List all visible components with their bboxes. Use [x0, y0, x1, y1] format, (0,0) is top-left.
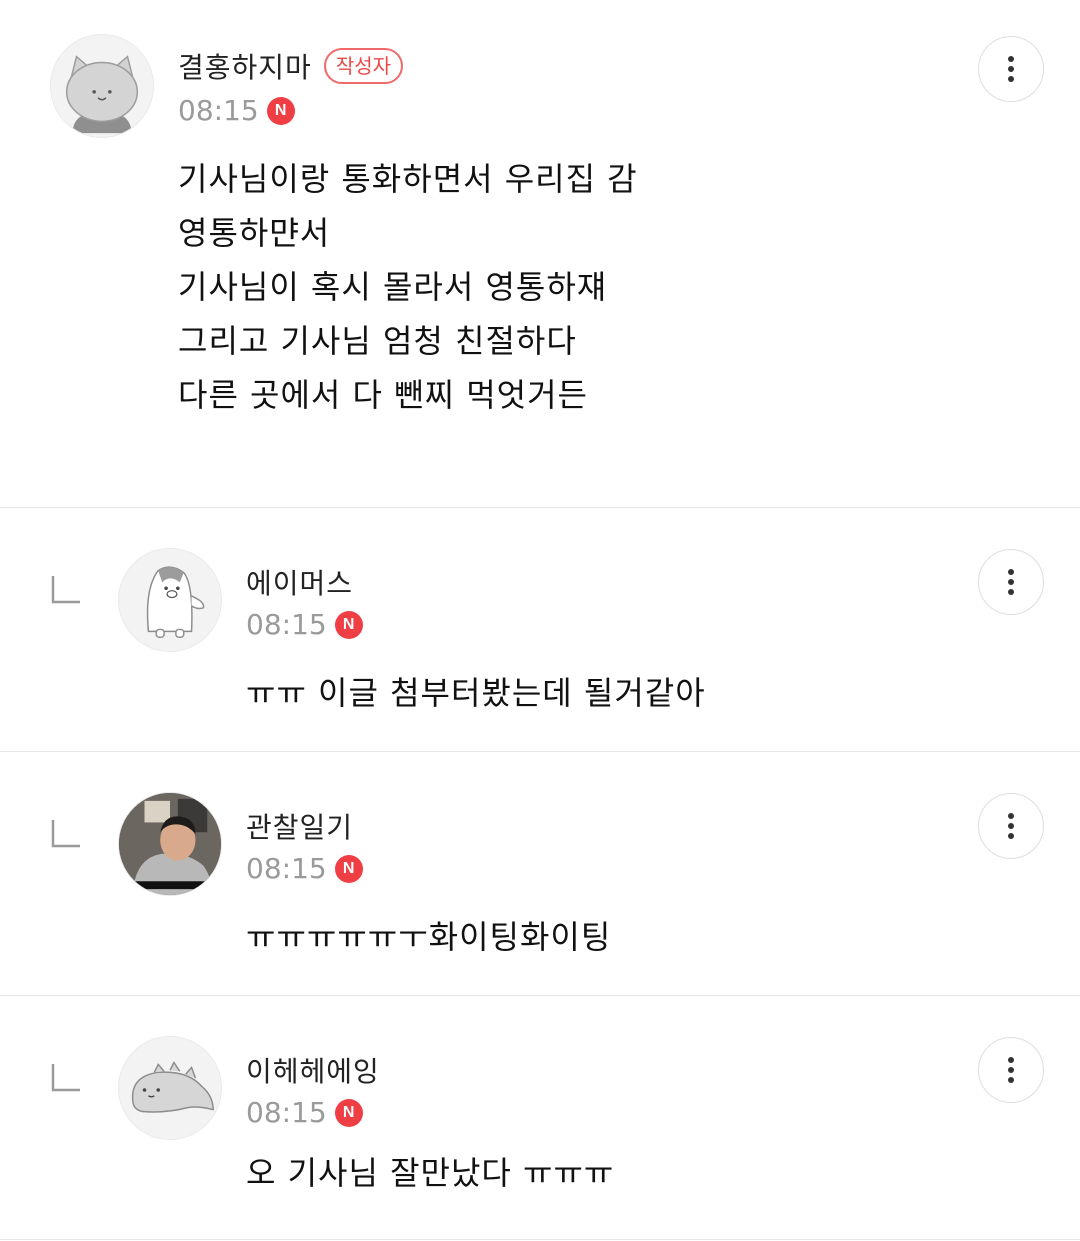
new-badge: N [334, 854, 363, 883]
cat-avatar-icon[interactable] [50, 34, 154, 138]
penguin-avatar-icon[interactable] [118, 548, 222, 652]
reply-item: 에이머스 08:15 N ㅠㅠ 이글 첨부터봤는데 될거같아 [0, 508, 1080, 752]
more-options-button[interactable] [978, 1037, 1044, 1103]
nickname[interactable]: 관찰일기 [246, 806, 353, 846]
new-badge: N [334, 1098, 363, 1127]
more-vertical-icon [1008, 56, 1014, 82]
new-badge: N [334, 610, 363, 639]
more-vertical-icon [1008, 569, 1014, 595]
comment-body: 기사님이랑 통화하면서 우리집 감 영통하먄서 기사님이 혹시 몰라서 영통하쟤… [178, 160, 638, 414]
timestamp: 08:15 [246, 1096, 327, 1129]
more-vertical-icon [1008, 1057, 1014, 1083]
more-options-button[interactable] [978, 793, 1044, 859]
timestamp: 08:15 [246, 852, 327, 885]
photo-avatar-icon[interactable] [118, 792, 222, 896]
reply-arrow-icon [51, 820, 80, 848]
reply-arrow-icon [51, 576, 80, 604]
nickname[interactable]: 에이머스 [246, 562, 353, 602]
more-options-button[interactable] [978, 549, 1044, 615]
timestamp: 08:15 [178, 94, 259, 127]
lizard-avatar-icon[interactable] [118, 1036, 222, 1140]
nickname[interactable]: 결홍하지마 [178, 46, 312, 86]
author-badge: 작성자 [323, 48, 404, 84]
comment-body: 오 기사님 잘만났다 ㅠㅠㅠ [246, 1154, 615, 1192]
comment-body: ㅠㅠ 이글 첨부터봤는데 될거같아 [246, 674, 706, 712]
nickname[interactable]: 이헤헤에잉 [246, 1050, 380, 1090]
reply-arrow-icon [51, 1064, 80, 1092]
reply-item: 이헤헤에잉 08:15 N 오 기사님 잘만났다 ㅠㅠㅠ [0, 996, 1080, 1240]
reply-item: 관찰일기 08:15 N ㅠㅠㅠㅠㅠㅜ화이팅화이팅 [0, 752, 1080, 996]
timestamp: 08:15 [246, 608, 327, 641]
more-options-button[interactable] [978, 36, 1044, 102]
comment-item: 결홍하지마 작성자 08:15 N 기사님이랑 통화하면서 우리집 감 영통하먄… [0, 0, 1080, 508]
new-badge: N [266, 96, 295, 125]
more-vertical-icon [1008, 813, 1014, 839]
comment-body: ㅠㅠㅠㅠㅠㅜ화이팅화이팅 [246, 918, 612, 956]
